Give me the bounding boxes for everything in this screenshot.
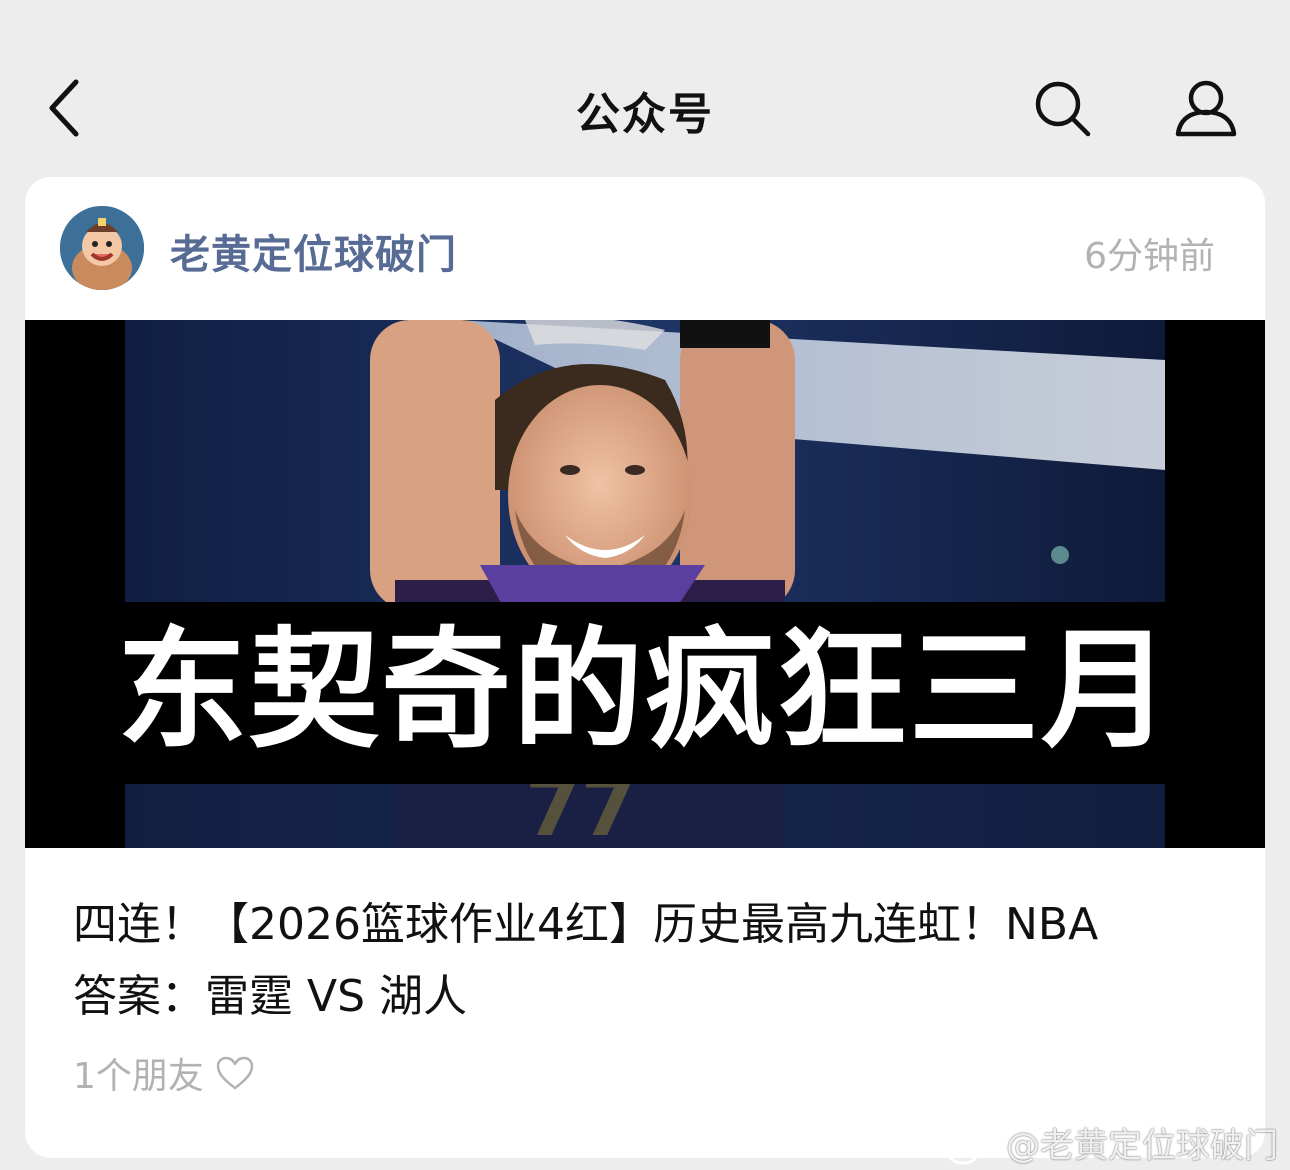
article-title-line-1: 四连！【2026篮球作业4红】历史最高九连虹！NBA [73, 899, 1099, 950]
friends-liked-row[interactable]: 1个朋友 [73, 1047, 255, 1097]
search-icon [1035, 81, 1091, 137]
person-icon [1175, 80, 1237, 137]
heart-outline-icon [217, 1056, 254, 1090]
weibo-logo-icon [946, 1133, 987, 1164]
article-title[interactable]: 四连！【2026篮球作业4红】历史最高九连虹！NBA 答案：雷霆 VS 湖人 [73, 889, 1223, 1033]
watermark: @老黄定位球破门 [945, 1118, 1278, 1167]
watermark-text: @老黄定位球破门 [1006, 1126, 1278, 1166]
friends-liked-text: 1个朋友 [73, 1056, 204, 1097]
timestamp: 6分钟前 [1084, 236, 1215, 277]
cover-caption: 东契奇的疯狂三月 [116, 614, 1173, 766]
avatar[interactable] [60, 206, 144, 290]
card-header: 老黄定位球破门 6分钟前 [25, 177, 1265, 320]
page-title: 公众号 [576, 89, 714, 140]
avatar-cartoon-icon [60, 206, 144, 290]
cover-image[interactable]: 77 东契奇的疯狂三月 [25, 320, 1265, 848]
account-name[interactable]: 老黄定位球破门 [170, 222, 457, 280]
search-button[interactable] [1030, 76, 1096, 142]
article-card[interactable]: 老黄定位球破门 6分钟前 东契奇的疯狂三月 四连！【2026篮球作业4红】历史最… [25, 177, 1265, 1158]
top-navigation-bar: 公众号 [0, 0, 1290, 176]
profile-button[interactable] [1170, 74, 1242, 142]
article-title-line-2: 答案：雷霆 VS 湖人 [73, 971, 468, 1022]
